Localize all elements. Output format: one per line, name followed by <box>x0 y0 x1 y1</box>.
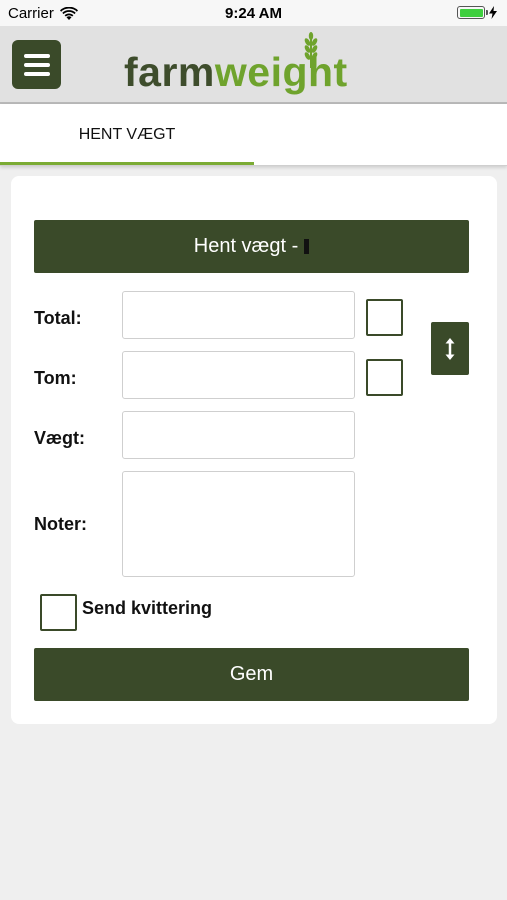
logo-weight-text: weight <box>214 49 348 95</box>
logo-farm-text: farm <box>124 49 215 95</box>
total-checkbox[interactable] <box>366 299 403 336</box>
total-input[interactable] <box>122 291 355 339</box>
send-receipt-label: Send kvittering <box>82 598 213 618</box>
cursor-indicator <box>304 239 310 254</box>
vaegt-label: Vægt: <box>34 428 85 448</box>
swap-button[interactable] <box>431 322 469 375</box>
clock: 9:24 AM <box>225 5 282 22</box>
fetch-weight-button[interactable]: Hent vægt - <box>34 220 469 273</box>
save-button[interactable]: Gem <box>34 648 469 701</box>
send-receipt-checkbox[interactable] <box>40 594 77 631</box>
total-label: Total: <box>34 308 82 328</box>
status-bar: Carrier 9:24 AM <box>0 0 507 26</box>
battery-indicator <box>457 6 497 19</box>
wheat-icon <box>304 32 318 68</box>
menu-button[interactable] <box>12 40 61 89</box>
hamburger-menu-icon <box>23 53 50 58</box>
fetch-weight-label: Hent vægt - <box>193 235 299 257</box>
vertical-arrows-icon <box>445 337 455 360</box>
tom-label: Tom: <box>34 368 77 388</box>
farmweight-logo: farm weight <box>124 32 348 96</box>
active-tab-indicator <box>0 162 254 165</box>
tom-input[interactable] <box>122 351 355 399</box>
tab-hent-vaegt[interactable]: HENT VÆGT <box>0 104 254 166</box>
battery-icon <box>457 6 488 19</box>
noter-textarea[interactable] <box>122 471 355 577</box>
noter-label: Noter: <box>34 514 87 534</box>
tab-bar: HENT VÆGT <box>0 104 507 166</box>
charging-bolt-icon <box>489 6 497 19</box>
tom-checkbox[interactable] <box>366 359 403 396</box>
vaegt-input[interactable] <box>122 411 355 459</box>
app-header: farm weight <box>0 26 507 104</box>
